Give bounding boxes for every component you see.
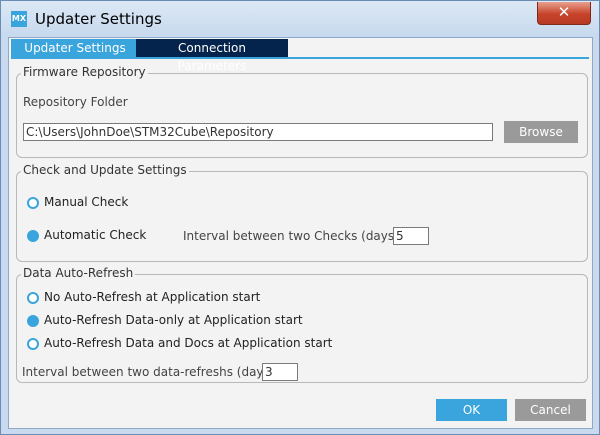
automatic-check-label[interactable]: Automatic Check: [44, 228, 146, 242]
check-interval-field[interactable]: 5: [393, 227, 429, 245]
stm32cubemx-app-icon: MX: [11, 11, 27, 27]
refresh-interval-field[interactable]: 3: [262, 363, 298, 381]
auto-refresh-data-only-label[interactable]: Auto-Refresh Data-only at Application st…: [44, 313, 303, 327]
data-auto-refresh-title: Data Auto-Refresh: [21, 266, 136, 280]
firmware-repository-group: Firmware Repository Repository Folder C:…: [16, 65, 588, 158]
ok-button[interactable]: OK: [436, 399, 507, 421]
check-update-group: Check and Update Settings Manual Check A…: [16, 163, 588, 262]
automatic-check-radio[interactable]: [27, 230, 39, 242]
auto-refresh-data-only-radio[interactable]: [27, 315, 39, 327]
title-bar[interactable]: MX Updater Settings ✕: [1, 1, 599, 37]
manual-check-label[interactable]: Manual Check: [44, 195, 128, 209]
no-auto-refresh-label[interactable]: No Auto-Refresh at Application start: [44, 290, 260, 304]
check-update-title: Check and Update Settings: [21, 163, 189, 177]
no-auto-refresh-radio[interactable]: [27, 292, 39, 304]
window-title: Updater Settings: [35, 10, 162, 28]
close-button[interactable]: ✕: [537, 2, 591, 25]
check-interval-label: Interval between two Checks (days): [183, 229, 399, 243]
browse-button[interactable]: Browse: [504, 121, 578, 143]
updater-settings-dialog: MX Updater Settings ✕ Updater Settings C…: [0, 0, 600, 435]
tab-underline: [11, 57, 589, 59]
firmware-repository-title: Firmware Repository: [21, 65, 148, 79]
dialog-content: Updater Settings Connection Parameters F…: [8, 37, 593, 429]
repository-folder-label: Repository Folder: [23, 95, 128, 109]
auto-refresh-data-docs-radio[interactable]: [27, 338, 39, 350]
data-auto-refresh-group: Data Auto-Refresh No Auto-Refresh at App…: [16, 266, 588, 383]
repository-folder-field[interactable]: C:\Users\JohnDoe\STM32Cube\Repository: [23, 123, 493, 141]
tab-connection-parameters[interactable]: Connection Parameters: [136, 39, 288, 73]
tab-updater-settings[interactable]: Updater Settings: [11, 39, 139, 57]
manual-check-radio[interactable]: [27, 197, 39, 209]
refresh-interval-label: Interval between two data-refreshs (days…: [22, 365, 275, 379]
cancel-button[interactable]: Cancel: [515, 399, 586, 421]
close-icon: ✕: [557, 3, 571, 21]
auto-refresh-data-docs-label[interactable]: Auto-Refresh Data and Docs at Applicatio…: [44, 336, 332, 350]
